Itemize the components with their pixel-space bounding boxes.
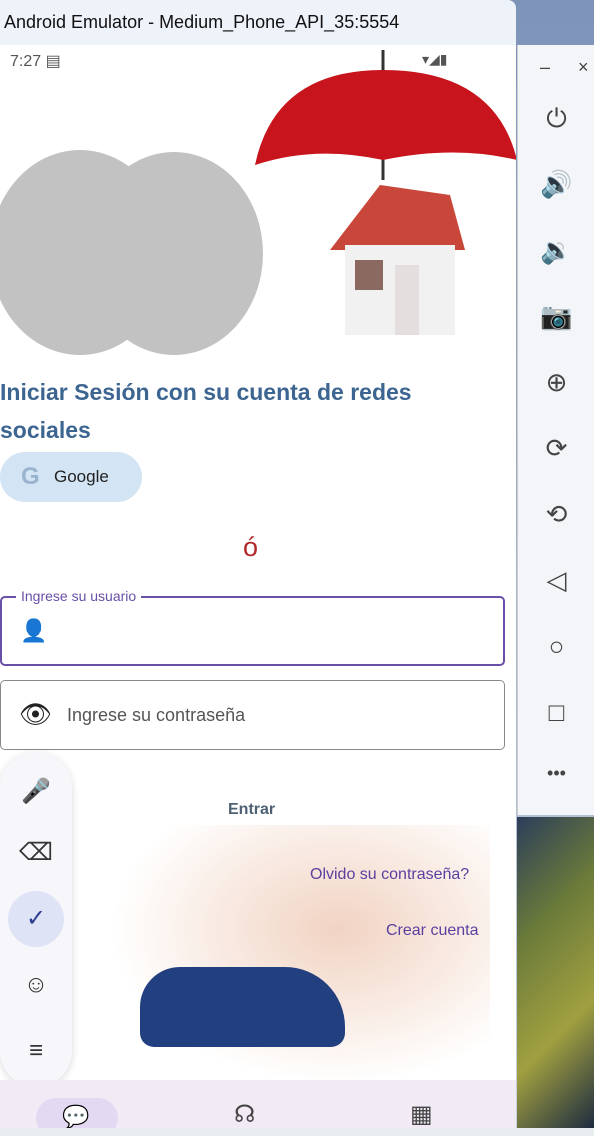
logo-placeholder-2 xyxy=(85,152,263,355)
keyboard-toolbar: 🎤 ⌫ ✓ ☺ ≡ xyxy=(0,752,72,1087)
close-button[interactable]: × xyxy=(578,57,589,78)
social-login-heading: Iniciar Sesión con su cuenta de redes so… xyxy=(0,379,412,443)
forgot-password-link[interactable]: Olvido su contraseña? xyxy=(310,866,469,884)
menu-icon[interactable]: ≡ xyxy=(8,1023,64,1079)
backspace-icon[interactable]: ⌫ xyxy=(8,825,64,881)
status-time: 7:27 ▤ xyxy=(10,53,61,70)
rotate-right-icon[interactable]: ⟳ xyxy=(518,433,594,464)
username-input[interactable]: Ingrese su usuario 👤 xyxy=(0,588,505,666)
enter-button[interactable]: Entrar xyxy=(228,801,275,819)
taskbar-edge xyxy=(0,1128,594,1136)
password-placeholder: Ingrese su contraseña xyxy=(67,705,246,725)
username-label: Ingrese su usuario xyxy=(16,588,142,604)
window-title: Android Emulator - Medium_Phone_API_35:5… xyxy=(0,0,516,45)
home-icon[interactable]: ○ xyxy=(518,631,594,662)
desktop-background xyxy=(517,817,594,1128)
microphone-icon[interactable]: 🎤 xyxy=(8,764,64,820)
chat-icon: 💬 xyxy=(62,1104,90,1128)
phone-screen: 7:27 ▤ ▾◢▮ Iniciar Sesión con su cuenta … xyxy=(0,45,516,1128)
emoji-icon[interactable]: ☺ xyxy=(8,957,64,1013)
volume-up-icon[interactable]: 🔊 xyxy=(518,169,594,200)
volume-down-icon[interactable]: 🔉 xyxy=(518,235,594,266)
more-icon[interactable]: ••• xyxy=(518,763,594,784)
bottom-navigation: 💬 ☊ ▦ xyxy=(0,1080,516,1128)
calendar-icon: ▤ xyxy=(45,53,61,70)
zoom-icon[interactable]: ⊕ xyxy=(518,367,594,398)
overview-icon[interactable]: □ xyxy=(518,697,594,728)
google-label: Google xyxy=(54,467,109,486)
back-icon[interactable]: ◁ xyxy=(518,565,594,596)
emulator-sidebar: – × ⏻ 🔊 🔉 📷 ⊕ ⟳ ⟲ ◁ ○ □ ••• xyxy=(517,45,594,815)
or-separator: ó xyxy=(243,532,259,562)
password-input[interactable]: 👁 Ingrese su contraseña xyxy=(0,680,505,750)
nav-item-support-icon[interactable]: ☊ xyxy=(234,1100,255,1128)
google-icon: G xyxy=(21,463,40,490)
eye-icon[interactable]: 👁 xyxy=(19,699,52,730)
check-icon[interactable]: ✓ xyxy=(8,891,64,947)
umbrella-house-image xyxy=(255,50,516,335)
google-signin-button[interactable]: G Google xyxy=(0,452,142,502)
power-icon[interactable]: ⏻ xyxy=(518,103,594,135)
person-icon: 👤 xyxy=(20,618,48,643)
rotate-left-icon[interactable]: ⟲ xyxy=(518,499,594,530)
nav-item-chat[interactable]: 💬 xyxy=(36,1098,118,1128)
camera-icon[interactable]: 📷 xyxy=(518,301,594,332)
minimize-button[interactable]: – xyxy=(540,57,550,78)
nav-item-building-icon[interactable]: ▦ xyxy=(410,1100,433,1128)
car-image xyxy=(140,967,345,1047)
create-account-link[interactable]: Crear cuenta xyxy=(386,922,479,940)
